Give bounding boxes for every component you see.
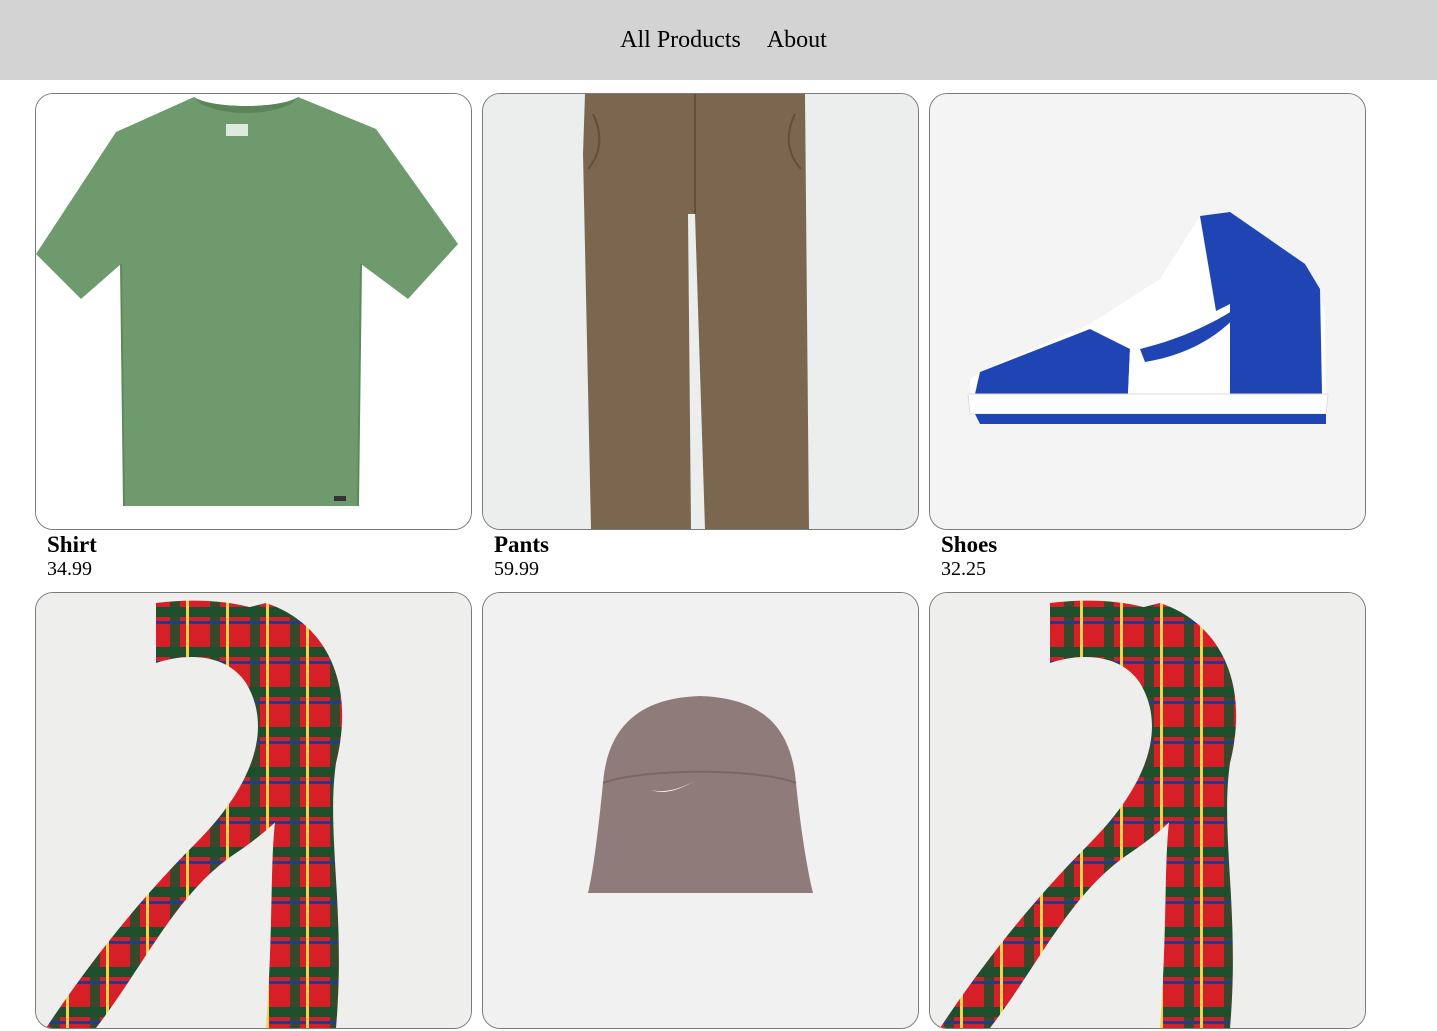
product-grid: Shirt 34.99 Pants 59.99 Shoes 32.25: [35, 93, 1366, 1031]
nav-link-about[interactable]: About: [754, 27, 840, 54]
sneaker-image: [930, 94, 1365, 529]
product-card-shoes[interactable]: Shoes 32.25: [929, 93, 1366, 580]
product-card-scarf[interactable]: [35, 592, 472, 1031]
scarf-image: [930, 593, 1365, 1028]
product-image: [35, 592, 472, 1029]
bucket-hat-image: [483, 593, 918, 1028]
top-navbar: All Products About: [0, 0, 1437, 80]
product-price: 59.99: [494, 558, 539, 580]
brown-pants-image: [483, 94, 918, 529]
product-image: [482, 592, 919, 1029]
product-card-hat[interactable]: [482, 592, 919, 1031]
nav-link-all-products[interactable]: All Products: [607, 27, 754, 54]
nav-links: All Products About: [607, 27, 840, 54]
product-card-shirt[interactable]: Shirt 34.99: [35, 93, 472, 580]
product-image: [929, 592, 1366, 1029]
product-price: 32.25: [941, 558, 986, 580]
product-card-pants[interactable]: Pants 59.99: [482, 93, 919, 580]
product-price: 34.99: [47, 558, 92, 580]
product-name: Shirt: [47, 532, 97, 557]
product-name: Shoes: [941, 532, 998, 557]
product-card-scarf-2[interactable]: [929, 592, 1366, 1031]
product-image: [35, 93, 472, 530]
green-tshirt-image: [36, 94, 471, 529]
product-name: Pants: [494, 532, 549, 557]
product-image: [929, 93, 1366, 530]
product-image: [482, 93, 919, 530]
scarf-image: [36, 593, 471, 1028]
